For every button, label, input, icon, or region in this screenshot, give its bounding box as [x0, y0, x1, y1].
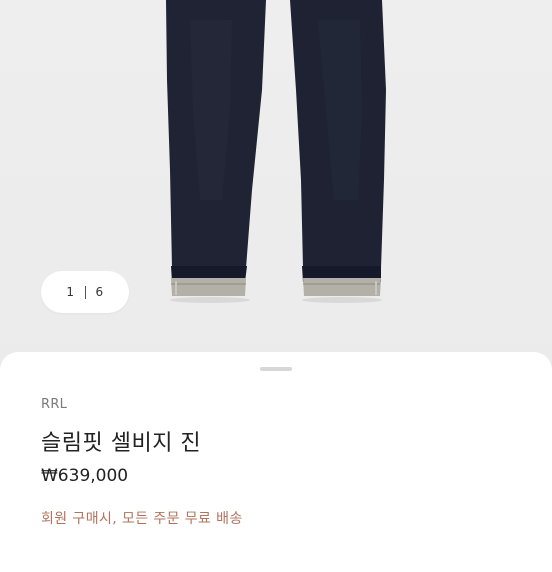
pager-current: 1	[66, 285, 75, 299]
pager-divider	[84, 285, 86, 299]
product-price: ₩639,000	[41, 466, 129, 486]
product-title: 슬림핏 셀비지 진	[41, 431, 202, 456]
jeans-illustration	[166, 0, 386, 303]
product-image[interactable]	[0, 0, 552, 380]
product-info-sheet: RRL 슬림핏 셀비지 진 ₩639,000 회원 구매시, 모든 주문 무료 …	[0, 352, 552, 572]
pager-total: 6	[95, 285, 104, 299]
drag-handle[interactable]	[260, 367, 292, 371]
image-pager[interactable]: 1 6	[41, 271, 129, 313]
shipping-promo: 회원 구매시, 모든 주문 무료 배송	[41, 511, 243, 527]
brand-name[interactable]: RRL	[41, 397, 67, 412]
